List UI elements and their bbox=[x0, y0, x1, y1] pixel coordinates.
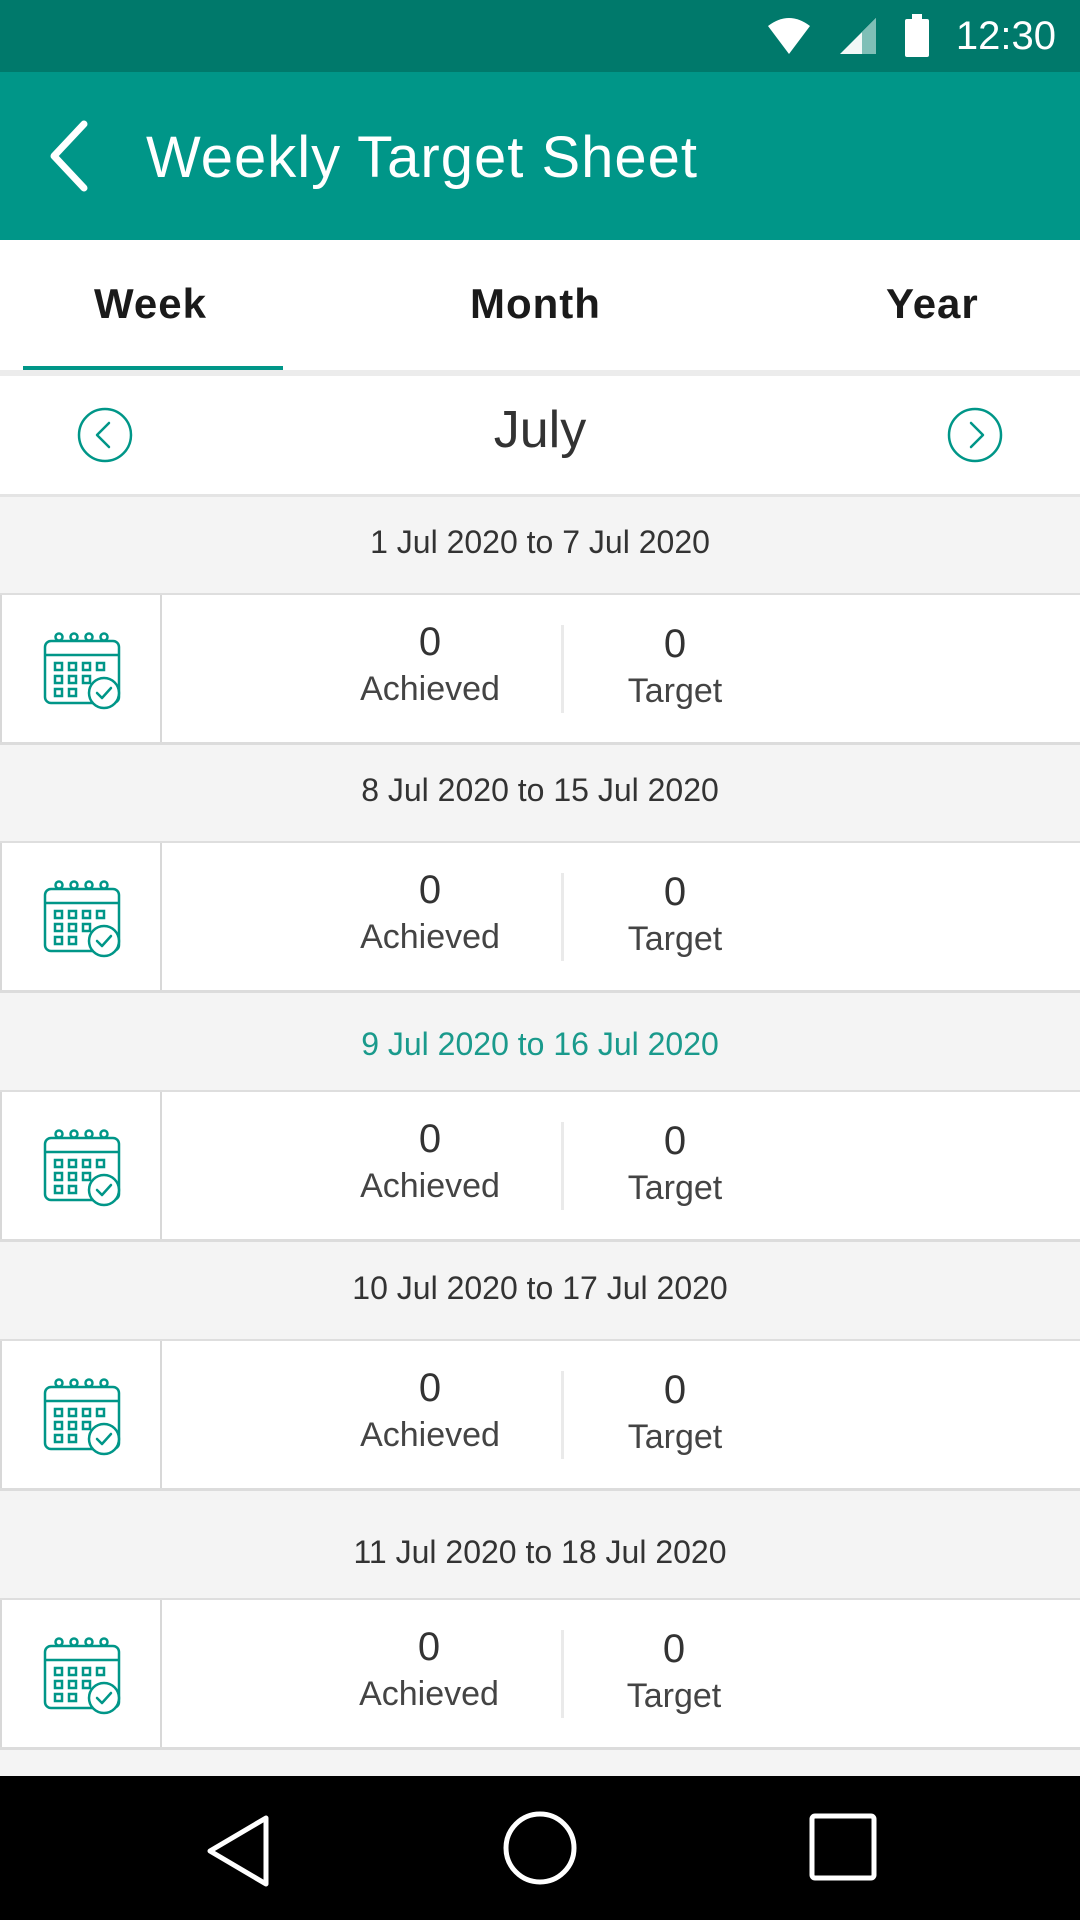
system-navigation-bar bbox=[0, 1776, 1080, 1920]
target-label: Target bbox=[627, 1418, 723, 1456]
target-value: 0 bbox=[663, 622, 687, 666]
achieved-stat: 0 Achieved bbox=[330, 867, 530, 961]
circle-chevron-right-icon bbox=[947, 407, 1003, 463]
achieved-value: 0 bbox=[418, 868, 442, 912]
stat-divider bbox=[561, 1371, 564, 1459]
achieved-label: Achieved bbox=[360, 1167, 500, 1205]
battery-icon bbox=[904, 14, 929, 57]
target-value: 0 bbox=[662, 1627, 686, 1671]
achieved-label: Achieved bbox=[360, 670, 500, 708]
tab-year[interactable]: Year bbox=[886, 280, 979, 328]
calendar-check-icon bbox=[43, 1378, 121, 1456]
cell-signal-icon bbox=[839, 18, 876, 54]
target-value: 0 bbox=[663, 1119, 687, 1163]
target-stat: 0 Target bbox=[574, 1626, 774, 1720]
period-tabs: Week Month Year bbox=[0, 240, 1080, 376]
target-label: Target bbox=[627, 672, 723, 710]
target-stat: 0 Target bbox=[575, 1118, 775, 1212]
page-title: Weekly Target Sheet bbox=[146, 125, 699, 190]
back-button[interactable] bbox=[40, 118, 100, 194]
achieved-stat: 0 Achieved bbox=[330, 619, 530, 713]
stat-divider bbox=[561, 1630, 564, 1718]
achieved-value: 0 bbox=[417, 1625, 441, 1669]
nav-home-button[interactable] bbox=[502, 1810, 578, 1891]
calendar-check-icon bbox=[43, 1129, 121, 1207]
week-card[interactable]: 0 Achieved 0 Target bbox=[0, 1090, 1080, 1242]
week-range-header: 10 Jul 2020 to 17 Jul 2020 bbox=[352, 1270, 728, 1306]
achieved-value: 0 bbox=[418, 1366, 442, 1410]
target-value: 0 bbox=[663, 1368, 687, 1412]
target-label: Target bbox=[626, 1677, 722, 1715]
week-range-header: 11 Jul 2020 to 18 Jul 2020 bbox=[353, 1534, 727, 1570]
target-value: 0 bbox=[663, 870, 687, 914]
chevron-left-icon bbox=[50, 120, 88, 192]
achieved-label: Achieved bbox=[360, 1416, 500, 1454]
status-time: 12:30 bbox=[955, 13, 1056, 58]
target-label: Target bbox=[627, 1169, 723, 1207]
month-navigator: July bbox=[0, 376, 1080, 497]
target-label: Target bbox=[627, 920, 723, 958]
calendar-icon-cell bbox=[0, 1092, 162, 1239]
calendar-check-icon bbox=[43, 1637, 121, 1715]
achieved-label: Achieved bbox=[359, 1675, 499, 1713]
stat-divider bbox=[561, 873, 564, 961]
week-range-header-current: 9 Jul 2020 to 16 Jul 2020 bbox=[361, 1026, 719, 1062]
week-range-header: 1 Jul 2020 to 7 Jul 2020 bbox=[370, 524, 710, 560]
app-bar: Weekly Target Sheet bbox=[0, 72, 1080, 240]
target-stat: 0 Target bbox=[575, 869, 775, 963]
achieved-label: Achieved bbox=[360, 918, 500, 956]
achieved-stat: 0 Achieved bbox=[329, 1624, 529, 1718]
calendar-icon-cell bbox=[0, 843, 162, 990]
wifi-icon bbox=[767, 18, 810, 54]
status-bar: 12:30 bbox=[0, 0, 1080, 72]
triangle-back-icon bbox=[207, 1815, 269, 1887]
week-card[interactable]: 0 Achieved 0 Target bbox=[0, 1339, 1080, 1491]
stat-divider bbox=[561, 625, 564, 713]
week-card[interactable]: 0 Achieved 0 Target bbox=[0, 1598, 1080, 1750]
target-stat: 0 Target bbox=[575, 621, 775, 715]
week-range-header: 8 Jul 2020 to 15 Jul 2020 bbox=[361, 772, 719, 808]
achieved-stat: 0 Achieved bbox=[330, 1365, 530, 1459]
calendar-check-icon bbox=[43, 632, 121, 710]
square-recents-icon bbox=[809, 1813, 877, 1881]
month-title: July bbox=[493, 401, 587, 459]
stat-divider bbox=[561, 1122, 564, 1210]
next-month-button[interactable] bbox=[946, 406, 1004, 464]
week-card[interactable]: 0 Achieved 0 Target bbox=[0, 593, 1080, 745]
nav-back-button[interactable] bbox=[204, 1814, 274, 1893]
achieved-value: 0 bbox=[418, 620, 442, 664]
calendar-icon-cell bbox=[0, 595, 162, 742]
tab-month[interactable]: Month bbox=[470, 280, 601, 328]
tab-selected-indicator bbox=[23, 366, 283, 370]
calendar-check-icon bbox=[43, 880, 121, 958]
achieved-value: 0 bbox=[418, 1117, 442, 1161]
tab-week[interactable]: Week bbox=[94, 280, 207, 328]
achieved-stat: 0 Achieved bbox=[330, 1116, 530, 1210]
target-stat: 0 Target bbox=[575, 1367, 775, 1461]
week-card[interactable]: 0 Achieved 0 Target bbox=[0, 841, 1080, 993]
nav-recents-button[interactable] bbox=[808, 1812, 878, 1887]
calendar-icon-cell bbox=[0, 1600, 162, 1747]
calendar-icon-cell bbox=[0, 1341, 162, 1488]
circle-home-icon bbox=[503, 1811, 577, 1885]
